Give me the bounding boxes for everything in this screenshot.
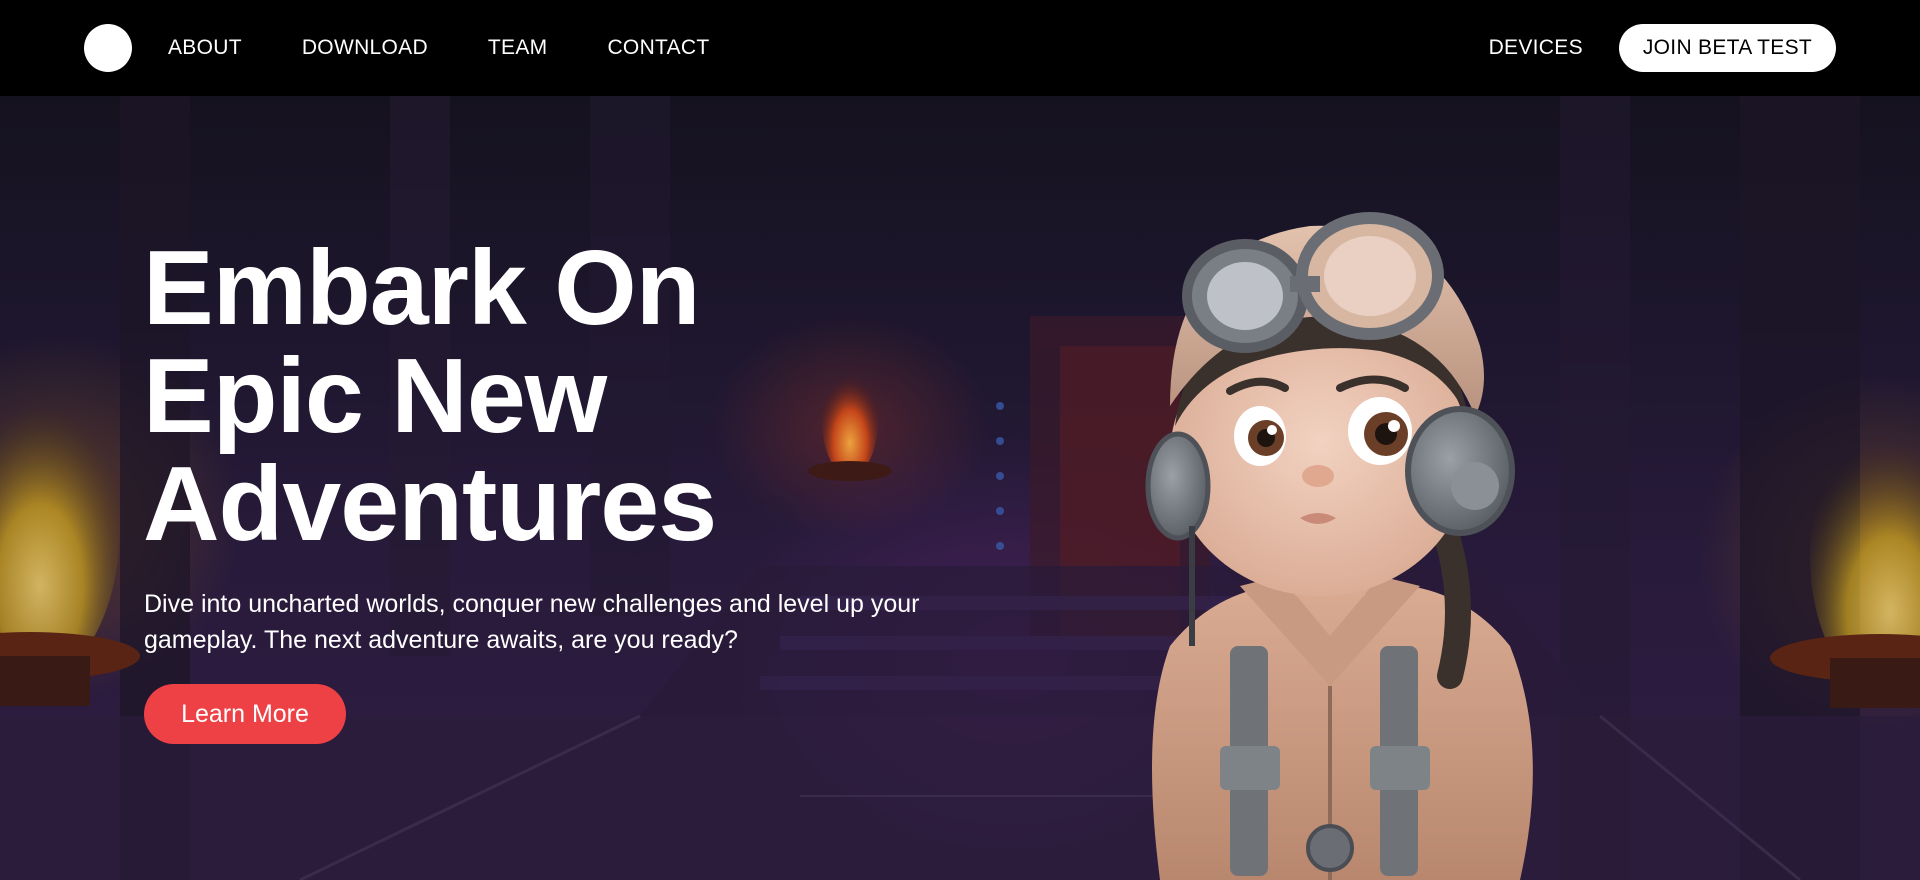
logo-icon[interactable]: [84, 24, 132, 72]
learn-more-button[interactable]: Learn More: [144, 684, 346, 744]
hero-title: Embark On Epic New Adventures: [143, 234, 903, 558]
hero-title-line-2: Epic New: [143, 337, 607, 455]
join-beta-button[interactable]: JOIN BETA TEST: [1618, 24, 1836, 72]
aviator-girl-character-icon: [1145, 212, 1533, 880]
hero-subtitle: Dive into uncharted worlds, conquer new …: [144, 590, 920, 654]
hero-section: Embark On Epic New Adventures Dive into …: [0, 96, 1920, 880]
nav-link-team[interactable]: TEAM: [488, 36, 548, 60]
hero-title-line-3: Adventures: [143, 445, 717, 563]
nav-link-about[interactable]: ABOUT: [168, 36, 242, 60]
nav-link-devices[interactable]: DEVICES: [1489, 36, 1583, 60]
top-navbar: ABOUT DOWNLOAD TEAM CONTACT DEVICES JOIN…: [0, 0, 1920, 96]
secondary-nav: DEVICES JOIN BETA TEST: [1489, 0, 1836, 96]
hero-title-line-1: Embark On: [143, 229, 701, 347]
nav-link-contact[interactable]: CONTACT: [607, 36, 709, 60]
nav-link-download[interactable]: DOWNLOAD: [302, 36, 428, 60]
primary-nav: ABOUT DOWNLOAD TEAM CONTACT: [168, 0, 770, 96]
